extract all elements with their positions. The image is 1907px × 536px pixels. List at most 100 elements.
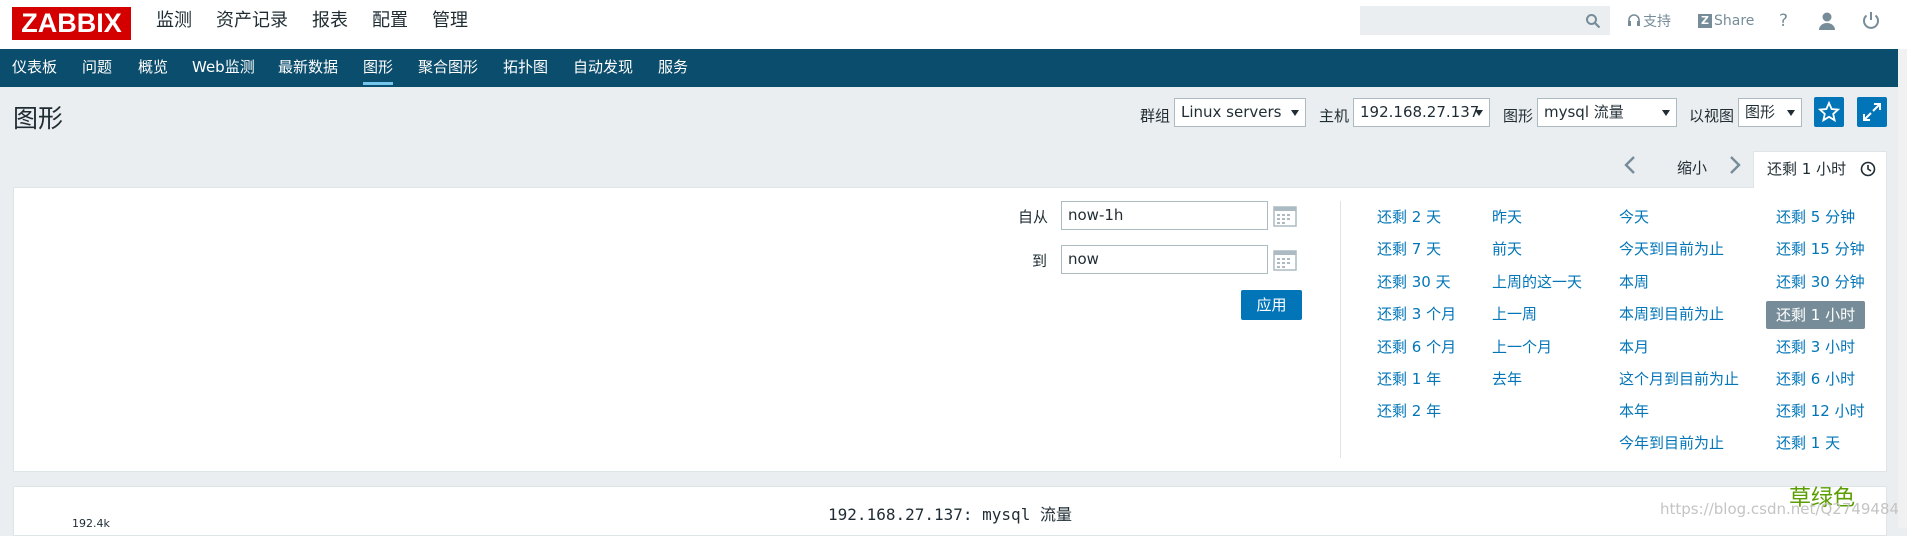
quick-range-link[interactable]: 还剩 30 分钟: [1776, 273, 1865, 291]
chevron-down-icon: [1475, 110, 1483, 116]
calendar-icon[interactable]: [1273, 205, 1297, 227]
chevron-down-icon: [1787, 110, 1795, 116]
quick-range-link[interactable]: 还剩 2 天: [1377, 208, 1441, 226]
sub-nav: 仪表板 问题 概览 Web监测 最新数据 图形 聚合图形 拓扑图 自动发现 服务: [0, 49, 1907, 87]
subnav-item-latest-data[interactable]: 最新数据: [278, 49, 338, 85]
time-selector-bar: 缩小 还剩 1 小时: [13, 143, 1887, 188]
page-title: 图形: [13, 104, 64, 133]
divider: [1340, 201, 1341, 458]
quick-range-link[interactable]: 上一个月: [1492, 338, 1552, 356]
graph-title: 192.168.27.137: mysql 流量: [828, 505, 1072, 524]
to-input[interactable]: now: [1061, 245, 1268, 274]
quick-range-link[interactable]: 还剩 5 分钟: [1776, 208, 1855, 226]
subnav-item-dashboard[interactable]: 仪表板: [12, 49, 57, 85]
quick-range-link[interactable]: 本周到目前为止: [1619, 305, 1724, 323]
quick-range-link[interactable]: 本周: [1619, 273, 1649, 291]
group-select[interactable]: Linux servers: [1174, 98, 1306, 127]
graph-select-value: mysql 流量: [1544, 103, 1624, 121]
quick-range-link[interactable]: 前天: [1492, 240, 1522, 258]
quick-range-link[interactable]: 本年: [1619, 402, 1649, 420]
chevron-left-icon[interactable]: [1623, 155, 1637, 175]
support-link[interactable]: 支持: [1627, 0, 1671, 41]
power-icon[interactable]: [1860, 10, 1882, 32]
quick-range-link[interactable]: 还剩 6 小时: [1776, 370, 1855, 388]
scrollbar[interactable]: [1898, 49, 1907, 528]
quick-range-link[interactable]: 还剩 1 年: [1377, 370, 1441, 388]
quick-range-link[interactable]: 还剩 1 天: [1776, 434, 1840, 452]
subnav-item-problems[interactable]: 问题: [82, 49, 112, 85]
zoom-out-button[interactable]: 缩小: [1677, 157, 1707, 178]
calendar-icon[interactable]: [1273, 249, 1297, 271]
quick-range-link[interactable]: 今天: [1619, 208, 1649, 226]
quick-range-link[interactable]: 这个月到目前为止: [1619, 370, 1739, 388]
main-nav-reports[interactable]: 报表: [312, 0, 348, 50]
quick-range-link[interactable]: 去年: [1492, 370, 1522, 388]
host-select[interactable]: 192.168.27.137: [1353, 98, 1490, 127]
quick-range-link[interactable]: 还剩 6 个月: [1377, 338, 1456, 356]
quick-range-link[interactable]: 还剩 12 小时: [1776, 402, 1865, 420]
from-input-value: now-1h: [1068, 206, 1124, 224]
time-filter-panel: 自从 now-1h 到 now 应用 还剩 2 天 还剩 7 天 还剩 30 天…: [13, 188, 1887, 472]
expand-icon: [1863, 103, 1881, 121]
subnav-item-discovery[interactable]: 自动发现: [573, 49, 633, 85]
subnav-item-graphs[interactable]: 图形: [363, 49, 394, 85]
quick-range-link[interactable]: 还剩 2 年: [1377, 402, 1441, 420]
quick-range-link[interactable]: 昨天: [1492, 208, 1522, 226]
help-icon: ?: [1779, 10, 1789, 31]
subnav-item-services[interactable]: 服务: [658, 49, 688, 85]
main-nav-administration[interactable]: 管理: [432, 0, 468, 50]
main-nav-monitoring[interactable]: 监测: [156, 0, 192, 59]
zabbix-logo[interactable]: ZABBIX: [12, 7, 131, 40]
group-label: 群组: [1140, 107, 1171, 125]
share-link[interactable]: Z Share: [1698, 0, 1754, 41]
view-select[interactable]: 图形: [1738, 98, 1802, 127]
user-profile-icon[interactable]: [1816, 10, 1838, 32]
headset-icon: [1628, 13, 1640, 26]
graph-container: 192.168.27.137: mysql 流量 192.4k: [13, 486, 1887, 536]
y-axis-label: 192.4k: [72, 517, 110, 530]
share-label: Share: [1714, 12, 1755, 29]
chevron-down-icon: [1291, 110, 1299, 116]
subnav-item-maps[interactable]: 拓扑图: [503, 49, 548, 85]
quick-range-link[interactable]: 今年到目前为止: [1619, 434, 1724, 452]
share-icon: Z: [1698, 13, 1712, 28]
main-nav-inventory[interactable]: 资产记录: [216, 0, 288, 50]
apply-button[interactable]: 应用: [1241, 290, 1302, 320]
quick-range-link[interactable]: 还剩 3 个月: [1377, 305, 1456, 323]
to-label: 到: [1032, 252, 1048, 270]
view-select-value: 图形: [1745, 103, 1776, 121]
top-header: ZABBIX 监测 资产记录 报表 配置 管理 支持 Z Share ?: [0, 0, 1907, 59]
to-input-value: now: [1068, 250, 1099, 268]
main-nav-configuration[interactable]: 配置: [372, 0, 408, 50]
graph-select[interactable]: mysql 流量: [1537, 98, 1677, 127]
quick-range-link[interactable]: 上一周: [1492, 305, 1537, 323]
quick-range-link[interactable]: 今天到目前为止: [1619, 240, 1724, 258]
quick-range-link[interactable]: 还剩 30 天: [1377, 273, 1451, 291]
quick-range-link[interactable]: 还剩 15 分钟: [1776, 240, 1865, 258]
quick-range-link-selected[interactable]: 还剩 1 小时: [1766, 301, 1866, 329]
search-input[interactable]: [1360, 6, 1610, 35]
from-label: 自从: [1018, 208, 1049, 226]
time-range-tab[interactable]: 还剩 1 小时: [1753, 151, 1887, 188]
quick-range-link[interactable]: 还剩 7 天: [1377, 240, 1441, 258]
graph-label: 图形: [1503, 107, 1534, 125]
subnav-item-web[interactable]: Web监测: [192, 49, 255, 85]
from-input[interactable]: now-1h: [1061, 201, 1268, 230]
title-bar: 图形 群组 Linux servers 主机 192.168.27.137 图形…: [0, 87, 1907, 143]
support-label: 支持: [1643, 13, 1671, 30]
chevron-right-icon[interactable]: [1728, 155, 1742, 175]
quick-range-link[interactable]: 本月: [1619, 338, 1649, 356]
quick-range-link[interactable]: 还剩 3 小时: [1776, 338, 1855, 356]
subnav-item-screens[interactable]: 聚合图形: [418, 49, 478, 85]
quick-range-link[interactable]: 上周的这一天: [1492, 273, 1582, 291]
chevron-down-icon: [1662, 110, 1670, 116]
host-label: 主机: [1319, 107, 1350, 125]
watermark: https://blog.csdn.net/Q274948451: [1660, 500, 1907, 518]
fullscreen-button[interactable]: [1857, 97, 1887, 127]
subnav-item-overview[interactable]: 概览: [138, 49, 168, 85]
time-range-tab-label: 还剩 1 小时: [1767, 160, 1847, 178]
help-button[interactable]: ?: [1779, 0, 1788, 41]
search-icon[interactable]: [1585, 13, 1601, 29]
group-select-value: Linux servers: [1181, 103, 1282, 121]
add-to-favorites-button[interactable]: [1814, 97, 1844, 127]
